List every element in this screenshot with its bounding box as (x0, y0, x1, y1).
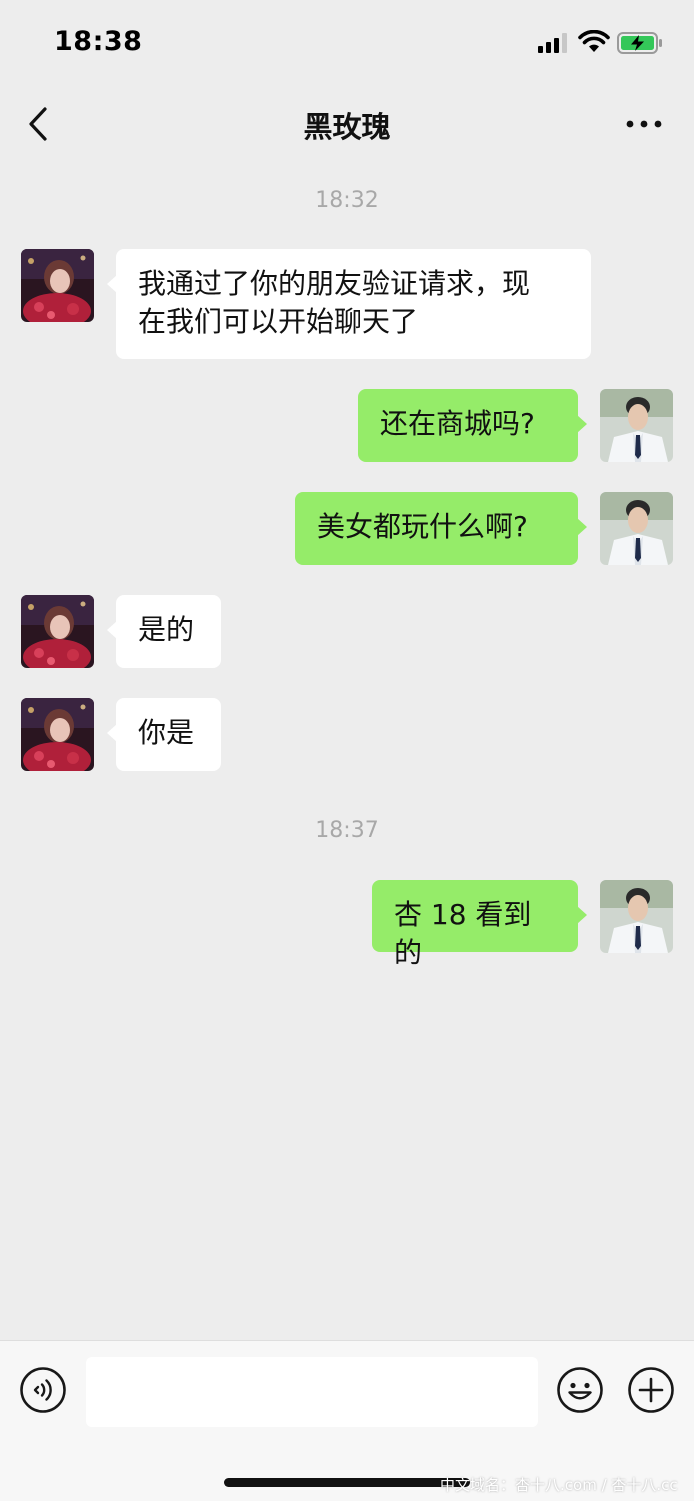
chat-timestamp: 18:37 (315, 818, 379, 843)
message-text: 美女都玩什么啊? (317, 510, 528, 543)
message-text: 你是 (138, 716, 195, 749)
chat-title: 黑玫瑰 (303, 110, 391, 144)
message-bubble-sent[interactable]: 还在商城吗? (358, 389, 587, 462)
message-text: 在我们可以开始聊天了 (138, 305, 419, 338)
message-bubble-sent[interactable]: 杏 18 看到的 (372, 880, 587, 969)
message-text: 我通过了你的朋友验证请求，现 (138, 267, 531, 300)
cellular-signal-icon (538, 33, 567, 53)
contact-avatar[interactable] (21, 698, 94, 771)
status-bar: 18:38 (0, 0, 694, 88)
plus-icon[interactable] (627, 1366, 675, 1414)
wifi-icon (578, 30, 610, 52)
message-bubble-received[interactable]: 是的 (107, 595, 221, 668)
user-avatar[interactable] (600, 880, 673, 953)
chat-timestamp: 18:32 (315, 188, 379, 213)
message-input[interactable] (86, 1357, 538, 1427)
voice-icon[interactable] (19, 1366, 67, 1414)
contact-avatar[interactable] (21, 249, 94, 322)
message-text: 还在商城吗? (380, 407, 535, 440)
message-text: 是的 (138, 613, 195, 646)
nav-bar: 黑玫瑰 (0, 88, 694, 160)
message-bubble-received[interactable]: 你是 (107, 698, 221, 771)
battery-charging-icon (617, 32, 662, 54)
message-bubble-received[interactable]: 我通过了你的朋友验证请求，现 在我们可以开始聊天了 (107, 249, 591, 359)
emoji-icon[interactable] (556, 1366, 604, 1414)
home-indicator[interactable] (224, 1478, 470, 1487)
watermark: 中文域名：杏十八.com / 杏十八.cc (440, 1476, 678, 1494)
message-bubble-sent[interactable]: 美女都玩什么啊? (295, 492, 587, 565)
status-time: 18:38 (54, 26, 143, 57)
user-avatar[interactable] (600, 389, 673, 462)
input-bar: 中文域名：杏十八.com / 杏十八.cc (0, 1340, 694, 1501)
message-text: 杏 18 看到的 (394, 898, 532, 969)
more-ellipsis-icon[interactable] (622, 110, 666, 138)
contact-avatar[interactable] (21, 595, 94, 668)
user-avatar[interactable] (600, 492, 673, 565)
